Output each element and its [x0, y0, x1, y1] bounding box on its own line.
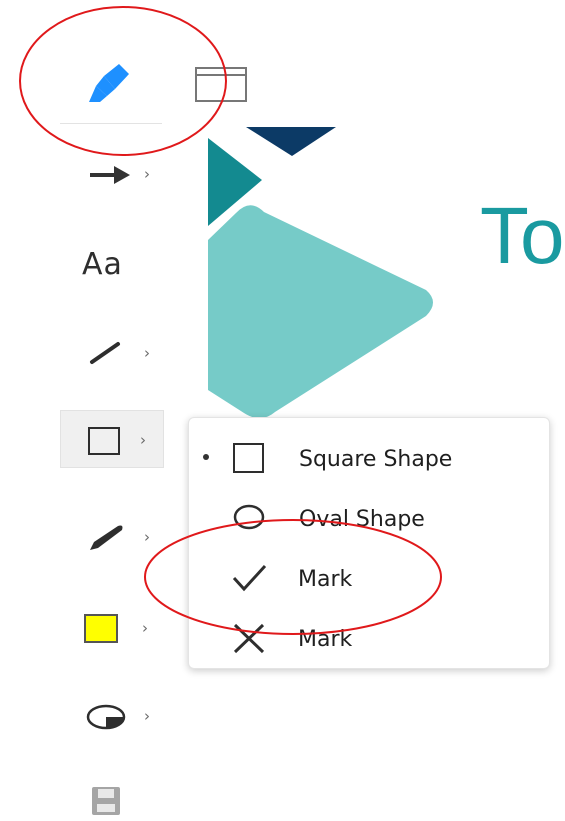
menu-item-check-mark[interactable]: Mark [189, 550, 549, 606]
chevron-right-icon: › [144, 528, 150, 546]
square-shape-icon [233, 443, 264, 473]
arrow-icon [90, 166, 130, 184]
chevron-right-icon: › [140, 431, 146, 449]
shape-flyout-menu: Square Shape Oval Shape Mark Mark [188, 417, 550, 669]
menu-item-label: Mark [298, 627, 353, 652]
arrow-tool-button[interactable]: › [86, 160, 156, 190]
menu-item-label: Oval Shape [299, 507, 425, 532]
selected-bullet-icon [203, 454, 209, 460]
line-icon [90, 342, 120, 364]
check-mark-icon [232, 564, 267, 592]
chevron-right-icon: › [144, 707, 150, 725]
oval-shape-icon [233, 504, 265, 530]
eraser-icon [86, 704, 126, 730]
save-button[interactable] [88, 784, 128, 818]
logo-navy-shape [246, 127, 336, 156]
layout-tool-button[interactable] [194, 66, 250, 104]
chevron-right-icon: › [142, 619, 148, 637]
menu-item-oval-shape[interactable]: Oval Shape [189, 490, 549, 546]
menu-item-square-shape[interactable]: Square Shape [189, 430, 549, 486]
menu-item-cross-mark[interactable]: Mark [189, 610, 549, 666]
slide-title: To [480, 191, 565, 280]
pen-icon [90, 525, 123, 550]
color-swatch-icon [84, 614, 118, 643]
shape-tool-button[interactable]: › [86, 424, 160, 458]
chevron-right-icon: › [144, 165, 150, 183]
highlighter-tool-button[interactable] [82, 62, 132, 112]
eraser-tool-button[interactable]: › [84, 700, 160, 732]
toolbar-divider [60, 123, 162, 124]
annotation-toolbar: › Aa › › › › › [0, 0, 247, 821]
logo-light-shape [208, 205, 433, 419]
pen-tool-button[interactable]: › [86, 520, 158, 554]
highlighter-icon [89, 64, 129, 102]
cross-mark-icon [233, 623, 265, 654]
layout-icon [195, 67, 247, 102]
menu-item-label: Mark [298, 567, 353, 592]
app-window: To › Aa › › › › › Square Shape Oval Shap… [0, 0, 565, 821]
chevron-right-icon: › [144, 344, 150, 362]
line-tool-button[interactable]: › [88, 338, 158, 368]
save-icon [92, 787, 120, 815]
menu-item-label: Square Shape [299, 447, 453, 472]
square-shape-icon [88, 427, 120, 455]
logo-teal-shape [208, 138, 262, 226]
color-picker-button[interactable]: › [82, 612, 158, 646]
text-tool-label: Aa [82, 247, 123, 282]
